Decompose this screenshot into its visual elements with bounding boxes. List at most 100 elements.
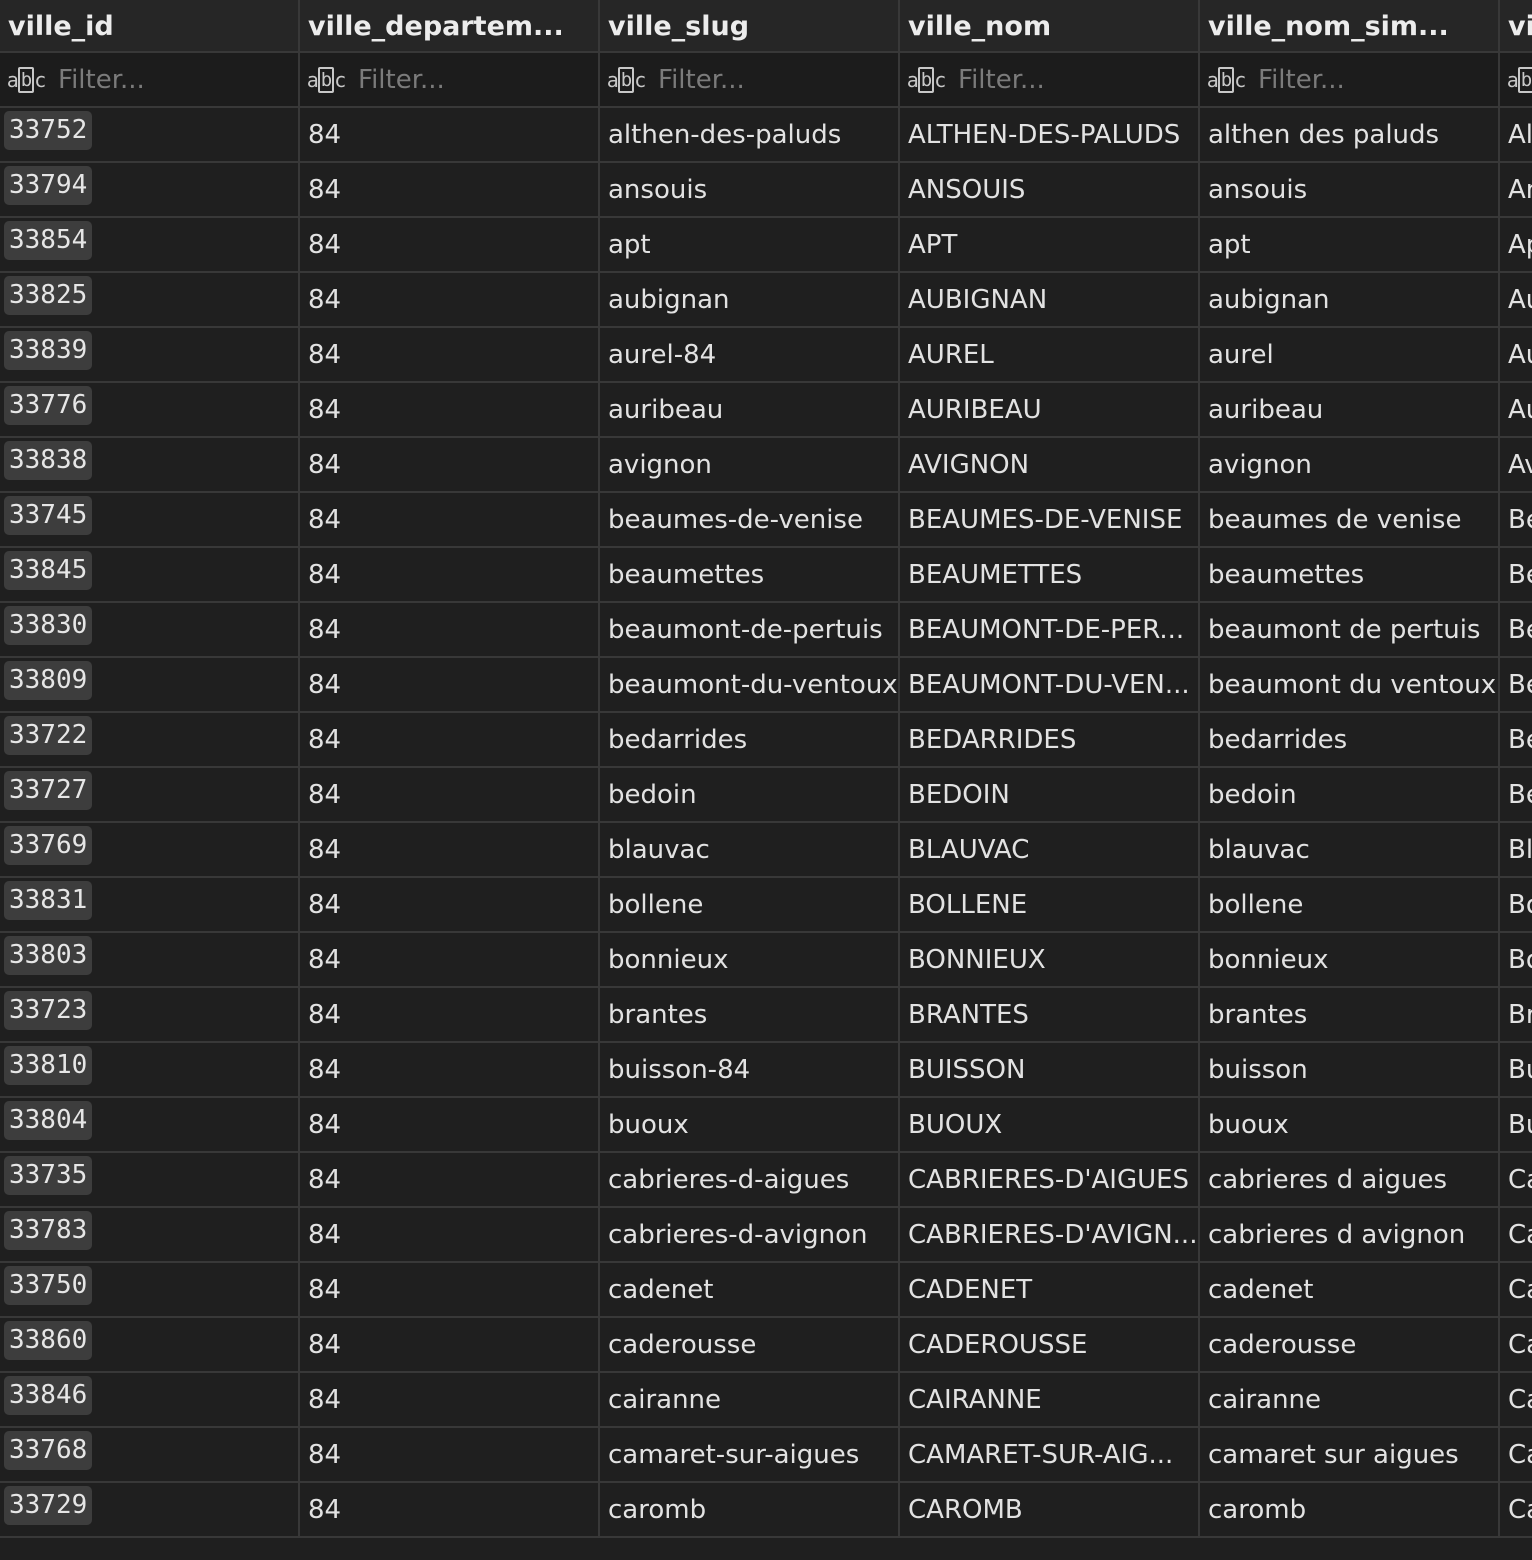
cell-ville-id[interactable]: 33831	[0, 878, 300, 933]
table-row[interactable]: 3386084caderousseCADEROUSSEcaderousseCa	[0, 1318, 1532, 1373]
cell-ville-id[interactable]: 33750	[0, 1263, 300, 1318]
cell-ville-nom-simple[interactable]: caromb	[1200, 1483, 1500, 1538]
cell-ville-id[interactable]: 33735	[0, 1153, 300, 1208]
cell-ville-id[interactable]: 33783	[0, 1208, 300, 1263]
cell-truncated-column[interactable]: Bo	[1500, 878, 1532, 933]
cell-ville-slug[interactable]: beaumettes	[600, 548, 900, 603]
cell-ville-slug[interactable]: brantes	[600, 988, 900, 1043]
cell-truncated-column[interactable]: Ca	[1500, 1153, 1532, 1208]
table-row[interactable]: 3375084cadenetCADENETcadenetCa	[0, 1263, 1532, 1318]
cell-ville-departement[interactable]: 84	[300, 548, 600, 603]
cell-ville-departement[interactable]: 84	[300, 218, 600, 273]
cell-ville-slug[interactable]: bollene	[600, 878, 900, 933]
cell-ville-nom[interactable]: CABRIERES-D'AVIGN...	[900, 1208, 1200, 1263]
cell-ville-departement[interactable]: 84	[300, 438, 600, 493]
cell-ville-departement[interactable]: 84	[300, 1483, 600, 1538]
cell-truncated-column[interactable]: Be	[1500, 548, 1532, 603]
cell-ville-nom-simple[interactable]: bedarrides	[1200, 713, 1500, 768]
cell-ville-nom[interactable]: AVIGNON	[900, 438, 1200, 493]
filter-input-ville-slug[interactable]	[658, 64, 858, 95]
cell-ville-nom[interactable]: CAIRANNE	[900, 1373, 1200, 1428]
cell-ville-nom-simple[interactable]: beaumes de venise	[1200, 493, 1500, 548]
cell-ville-slug[interactable]: auribeau	[600, 383, 900, 438]
cell-ville-nom[interactable]: AUBIGNAN	[900, 273, 1200, 328]
cell-truncated-column[interactable]: Au	[1500, 273, 1532, 328]
cell-truncated-column[interactable]: Ca	[1500, 1208, 1532, 1263]
cell-ville-nom-simple[interactable]: auribeau	[1200, 383, 1500, 438]
cell-ville-id[interactable]: 33722	[0, 713, 300, 768]
cell-ville-slug[interactable]: cabrieres-d-avignon	[600, 1208, 900, 1263]
filter-input-ville-departement[interactable]	[358, 64, 558, 95]
table-row[interactable]: 33810 84buisson-84BUISSONbuissonBu	[0, 1043, 1532, 1098]
cell-truncated-column[interactable]: Av	[1500, 438, 1532, 493]
cell-ville-slug[interactable]: aubignan	[600, 273, 900, 328]
table-row[interactable]: 3385484aptAPTaptAp	[0, 218, 1532, 273]
cell-ville-departement[interactable]: 84	[300, 988, 600, 1043]
cell-truncated-column[interactable]: Ca	[1500, 1263, 1532, 1318]
cell-ville-id[interactable]: 33776	[0, 383, 300, 438]
filter-input-ville-id[interactable]	[58, 64, 258, 95]
cell-ville-nom[interactable]: BEDOIN	[900, 768, 1200, 823]
column-header-ville-id[interactable]: ville_id	[0, 0, 300, 53]
table-row[interactable]: 33752 84 althen-des-paluds ALTHEN-DES-PALUD…	[0, 108, 1532, 163]
cell-ville-nom-simple[interactable]: aubignan	[1200, 273, 1500, 328]
cell-ville-slug[interactable]: ansouis	[600, 163, 900, 218]
cell-ville-slug[interactable]: bedoin	[600, 768, 900, 823]
table-row[interactable]: 3383184bolleneBOLLENEbolleneBo	[0, 878, 1532, 933]
cell-ville-id[interactable]: 33768	[0, 1428, 300, 1483]
cell-truncated-column[interactable]: Ca	[1500, 1373, 1532, 1428]
table-row[interactable]: 3382584aubignanAUBIGNANaubignanAu	[0, 273, 1532, 328]
cell-ville-nom[interactable]: BEDARRIDES	[900, 713, 1200, 768]
cell-truncated-column[interactable]: Ca	[1500, 1318, 1532, 1373]
column-header-ville-departement[interactable]: ville_departem...	[300, 0, 600, 53]
cell-ville-nom[interactable]: BEAUMES-DE-VENISE	[900, 493, 1200, 548]
filter-input-ville-nom[interactable]	[958, 64, 1158, 95]
cell-ville-departement[interactable]: 84	[300, 768, 600, 823]
cell-ville-slug[interactable]: apt	[600, 218, 900, 273]
cell-ville-nom[interactable]: BUOUX	[900, 1098, 1200, 1153]
cell-ville-id[interactable]: 33729	[0, 1483, 300, 1538]
cell-ville-id[interactable]: 33723	[0, 988, 300, 1043]
cell-ville-nom-simple[interactable]: bedoin	[1200, 768, 1500, 823]
cell-ville-nom[interactable]: BONNIEUX	[900, 933, 1200, 988]
cell-ville-departement[interactable]: 84	[300, 878, 600, 933]
cell-ville-departement[interactable]: 84	[300, 713, 600, 768]
cell-truncated-column[interactable]: An	[1500, 163, 1532, 218]
cell-truncated-column[interactable]: Bo	[1500, 933, 1532, 988]
cell-truncated-column[interactable]: Ca	[1500, 1483, 1532, 1538]
cell-ville-nom[interactable]: BEAUMETTES	[900, 548, 1200, 603]
table-row[interactable]: 3379484ansouisANSOUISansouisAn	[0, 163, 1532, 218]
table-row[interactable]: 3372984carombCAROMBcarombCa	[0, 1483, 1532, 1538]
cell-ville-id[interactable]: 33846	[0, 1373, 300, 1428]
cell-ville-nom[interactable]: ALTHEN-DES-PALUDS	[900, 108, 1200, 163]
cell-ville-nom[interactable]: ANSOUIS	[900, 163, 1200, 218]
cell-ville-nom[interactable]: AUREL	[900, 328, 1200, 383]
cell-ville-slug[interactable]: caromb	[600, 1483, 900, 1538]
cell-ville-departement[interactable]: 84	[300, 1208, 600, 1263]
cell-ville-nom[interactable]: BOLLENE	[900, 878, 1200, 933]
cell-truncated-column[interactable]: Bu	[1500, 1043, 1532, 1098]
cell-ville-slug[interactable]: beaumes-de-venise	[600, 493, 900, 548]
cell-ville-slug[interactable]: avignon	[600, 438, 900, 493]
table-row[interactable]: 3372784bedoinBEDOINbedoinBé	[0, 768, 1532, 823]
cell-ville-departement[interactable]: 84	[300, 328, 600, 383]
cell-truncated-column[interactable]: Be	[1500, 493, 1532, 548]
cell-ville-nom[interactable]: CADEROUSSE	[900, 1318, 1200, 1373]
table-row[interactable]: 33809 84 beaumont-du-ventoux BEAUMONT-DU-VE…	[0, 658, 1532, 713]
cell-ville-nom-simple[interactable]: brantes	[1200, 988, 1500, 1043]
cell-truncated-column[interactable]: Ap	[1500, 218, 1532, 273]
cell-ville-slug[interactable]: beaumont-du-ventoux	[600, 658, 900, 713]
cell-truncated-column[interactable]: Be	[1500, 658, 1532, 713]
cell-truncated-column[interactable]: Bl	[1500, 823, 1532, 878]
cell-ville-nom-simple[interactable]: cabrieres d aigues	[1200, 1153, 1500, 1208]
cell-truncated-column[interactable]: Au	[1500, 383, 1532, 438]
cell-truncated-column[interactable]: Ca	[1500, 1428, 1532, 1483]
cell-ville-id[interactable]: 33825	[0, 273, 300, 328]
cell-ville-departement[interactable]: 84	[300, 1153, 600, 1208]
cell-ville-id[interactable]: 33839	[0, 328, 300, 383]
column-header-ville-nom[interactable]: ville_nom	[900, 0, 1200, 53]
cell-ville-nom[interactable]: CAMARET-SUR-AIG...	[900, 1428, 1200, 1483]
cell-ville-slug[interactable]: aurel-84	[600, 328, 900, 383]
cell-ville-nom-simple[interactable]: apt	[1200, 218, 1500, 273]
cell-ville-nom-simple[interactable]: beaumont de pertuis	[1200, 603, 1500, 658]
